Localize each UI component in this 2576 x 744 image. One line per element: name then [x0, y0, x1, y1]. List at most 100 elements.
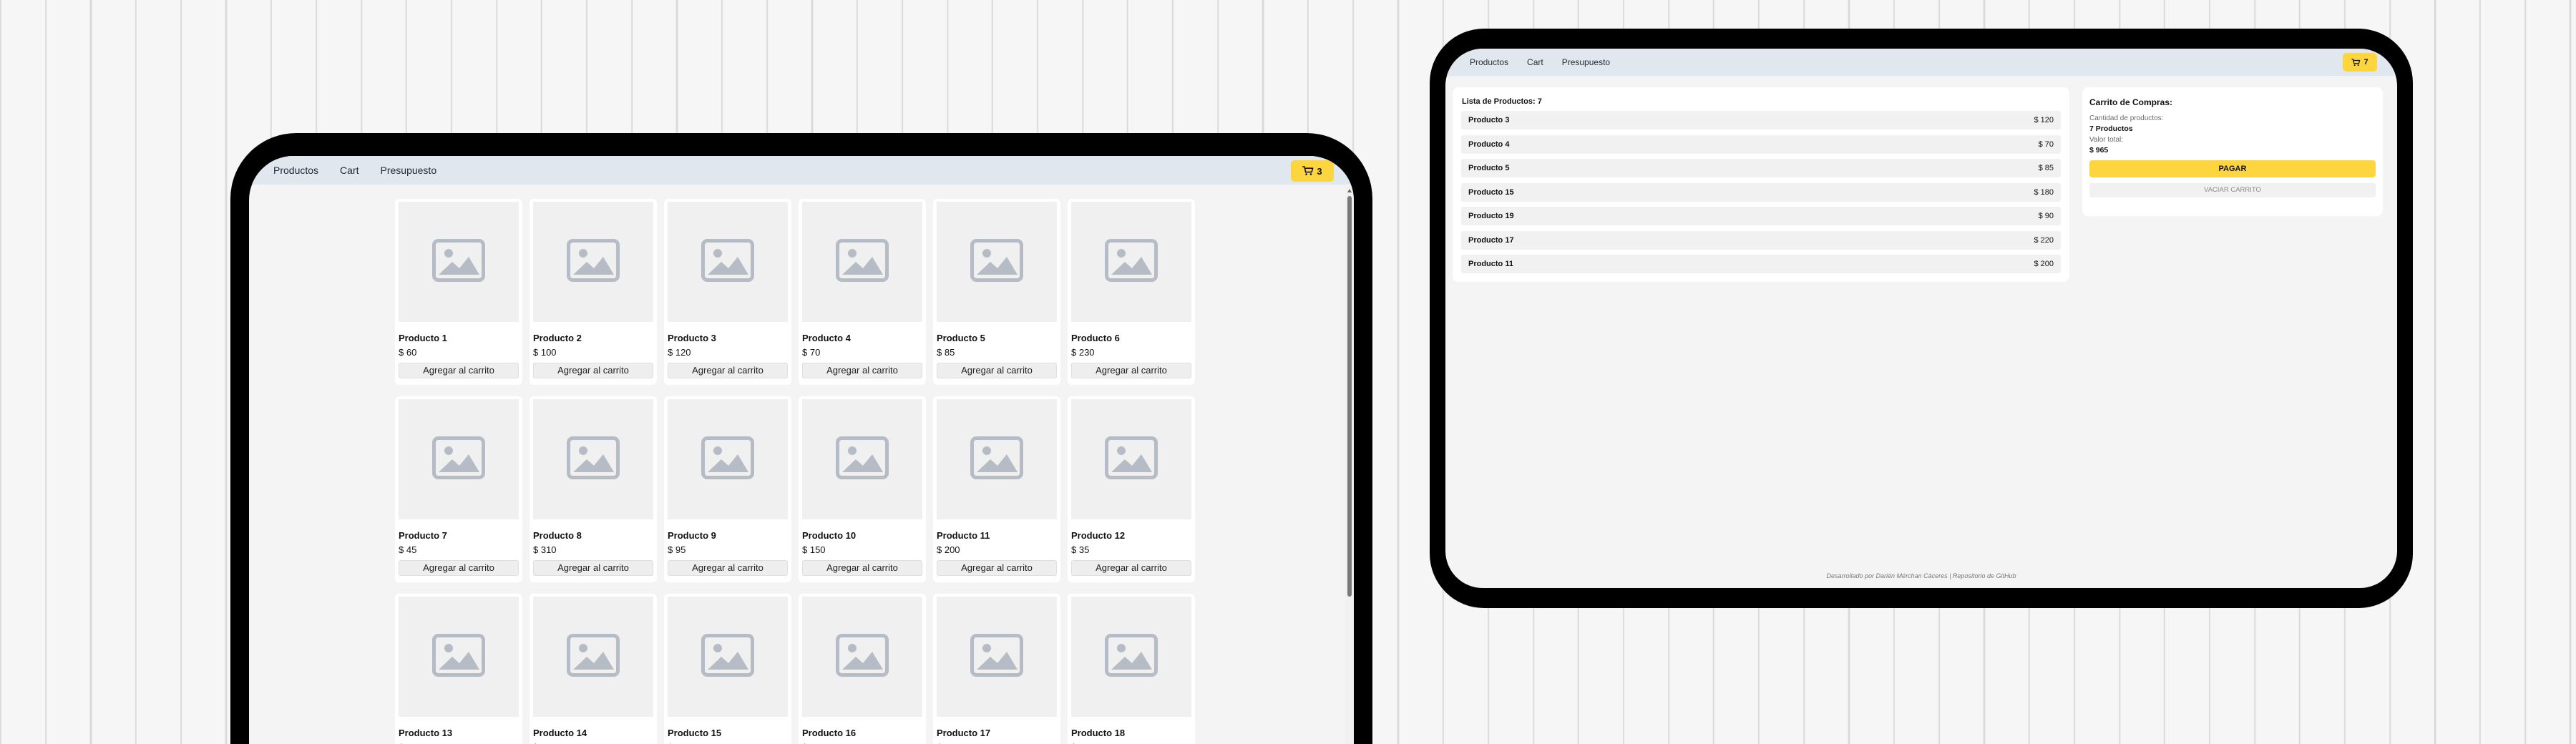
product-price: $ 95 [668, 544, 686, 555]
list-item-price: $ 220 [2034, 235, 2054, 245]
tablet-screen-left: Productos Cart Presupuesto 3 Producto 1 $… [249, 156, 1354, 744]
product-name: Producto 11 [937, 530, 990, 541]
product-card: Producto 6 $ 230 Agregar al carrito [1068, 199, 1195, 385]
product-card: Producto 5 $ 85 Agregar al carrito [933, 199, 1060, 385]
image-placeholder-icon [970, 436, 1023, 483]
product-price: $ 230 [1071, 347, 1095, 358]
list-item-price: $ 120 [2034, 116, 2054, 124]
product-image [533, 202, 653, 322]
quantity-label: Cantidad de productos: [2089, 114, 2164, 122]
list-item-name: Producto 3 [1468, 116, 1510, 124]
add-to-cart-button[interactable]: Agregar al carrito [399, 560, 519, 576]
add-to-cart-button[interactable]: Agregar al carrito [1071, 363, 1191, 378]
product-card: Producto 2 $ 100 Agregar al carrito [530, 199, 657, 385]
add-to-cart-button[interactable]: Agregar al carrito [937, 363, 1057, 378]
quantity-value: 7 Productos [2089, 124, 2133, 133]
footer-credit: Desarrollado por Darién Mérchan Cáceres … [1826, 572, 2016, 579]
list-item-name: Producto 15 [1468, 187, 1514, 197]
list-item-name: Producto 19 [1468, 212, 1514, 220]
image-placeholder-icon [970, 238, 1023, 285]
nav-link-cart[interactable]: Cart [340, 165, 358, 176]
product-image [937, 202, 1057, 322]
product-card: Producto 11 $ 200 Agregar al carrito [933, 396, 1060, 582]
product-name: Producto 15 [668, 728, 722, 738]
image-placeholder-icon [701, 633, 754, 680]
product-image [802, 399, 922, 519]
product-list-panel: Lista de Productos: 7 Producto 3 $ 120 Pro… [1453, 87, 2069, 282]
tablet-frame-right: Productos Cart Presupuesto 7 Lista de Pr… [1430, 29, 2413, 608]
pay-button[interactable]: PAGAR [2089, 160, 2376, 177]
add-to-cart-button[interactable]: Agregar al carrito [802, 363, 922, 378]
add-to-cart-button[interactable]: Agregar al carrito [937, 560, 1057, 576]
product-card: Producto 15$ 180Agregar al carrito [664, 594, 791, 744]
add-to-cart-button[interactable]: Agregar al carrito [533, 560, 653, 576]
add-to-cart-button[interactable]: Agregar al carrito [1071, 560, 1191, 576]
product-image [399, 597, 519, 717]
image-placeholder-icon [432, 633, 485, 680]
cart-summary-panel: Carrito de Compras: Cantidad de producto… [2082, 87, 2383, 216]
product-image [668, 202, 788, 322]
product-name: Producto 7 [399, 530, 447, 541]
add-to-cart-button[interactable]: Agregar al carrito [668, 363, 788, 378]
image-placeholder-icon [567, 633, 620, 680]
product-image [802, 202, 922, 322]
add-to-cart-button[interactable]: Agregar al carrito [668, 560, 788, 576]
list-item: Producto 4 $ 70 [1461, 134, 2061, 154]
product-price: $ 45 [399, 544, 417, 555]
list-item-name: Producto 4 [1468, 140, 1510, 149]
product-card: Producto 14$ 130Agregar al carrito [530, 594, 657, 744]
total-value: $ 965 [2089, 146, 2109, 155]
product-image [1071, 202, 1191, 322]
list-item-price: $ 200 [2034, 260, 2054, 268]
product-name: Producto 4 [802, 333, 851, 343]
product-price: $ 100 [533, 347, 557, 358]
nav-link-presupuesto[interactable]: Presupuesto [381, 165, 437, 176]
add-to-cart-button[interactable]: Agregar al carrito [399, 363, 519, 378]
product-price: $ 310 [533, 544, 557, 555]
cart-count: 7 [2363, 58, 2368, 67]
add-to-cart-button[interactable]: Agregar al carrito [802, 560, 922, 576]
product-image [1071, 399, 1191, 519]
list-item-name: Producto 11 [1468, 260, 1513, 268]
total-label: Valor total: [2089, 136, 2124, 144]
product-card: Producto 13$ 225Agregar al carrito [395, 594, 522, 744]
product-name: Producto 8 [533, 530, 582, 541]
product-card: Producto 7 $ 45 Agregar al carrito [395, 396, 522, 582]
product-name: Producto 16 [802, 728, 857, 738]
product-image [533, 399, 653, 519]
product-price: $ 60 [399, 347, 417, 358]
product-name: Producto 3 [668, 333, 716, 343]
nav-link-productos[interactable]: Productos [273, 165, 318, 176]
top-nav: Productos Cart Presupuesto 7 [1445, 49, 2397, 76]
image-placeholder-icon [836, 436, 889, 483]
image-placeholder-icon [567, 436, 620, 483]
image-placeholder-icon [1105, 238, 1158, 285]
product-card: Producto 10 $ 150 Agregar al carrito [799, 396, 926, 582]
product-name: Producto 18 [1071, 728, 1126, 738]
list-item-price: $ 180 [2034, 187, 2054, 197]
product-name: Producto 2 [533, 333, 582, 343]
product-price: $ 70 [802, 347, 821, 358]
tablet-frame-left: Productos Cart Presupuesto 3 Producto 1 $… [230, 133, 1372, 744]
image-placeholder-icon [567, 238, 620, 285]
empty-cart-button[interactable]: VACIAR CARRITO [2089, 183, 2376, 197]
list-item-price: $ 90 [2038, 212, 2054, 220]
nav-link-cart[interactable]: Cart [1527, 57, 1543, 67]
product-card: Producto 4 $ 70 Agregar al carrito [799, 199, 926, 385]
cart-count: 3 [1317, 165, 1322, 177]
product-image [399, 202, 519, 322]
product-card: Producto 18$ 165Agregar al carrito [1068, 594, 1195, 744]
list-item: Producto 17 $ 220 [1461, 230, 2061, 250]
product-image [937, 399, 1057, 519]
add-to-cart-button[interactable]: Agregar al carrito [533, 363, 653, 378]
scroll-thumb[interactable] [1347, 196, 1352, 597]
nav-link-productos[interactable]: Productos [1470, 57, 1508, 67]
cart-button[interactable]: 3 [1291, 160, 1334, 182]
product-name: Producto 9 [668, 530, 716, 541]
scrollbar[interactable] [1345, 185, 1354, 744]
nav-link-presupuesto[interactable]: Presupuesto [1562, 57, 1610, 67]
scroll-up-arrow[interactable] [1347, 189, 1352, 192]
product-card: Producto 3 $ 120 Agregar al carrito [664, 199, 791, 385]
cart-button[interactable]: 7 [2343, 53, 2377, 72]
product-image [533, 597, 653, 717]
